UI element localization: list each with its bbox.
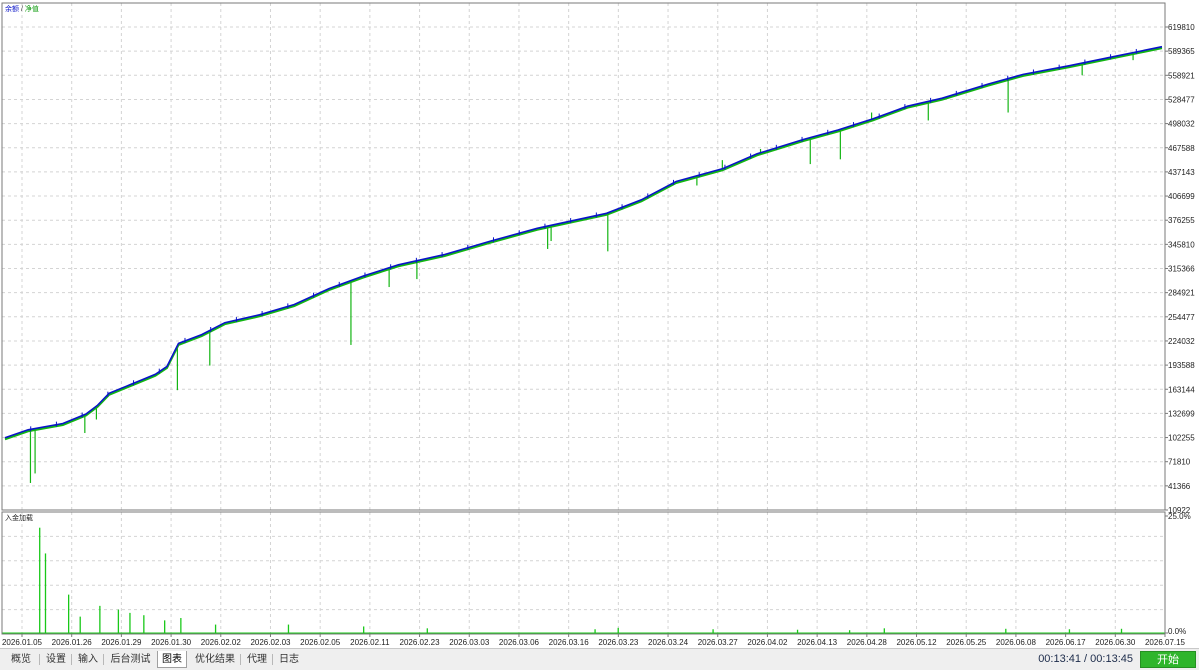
legend-balance: 余额 xyxy=(5,6,19,13)
tester-tab-bar: 概览 设置 输入 后台测试 图表 优化结果 代理 日志 00:13:41 / 0… xyxy=(0,648,1199,670)
x-tick-label: 2026.05.25 xyxy=(946,638,987,647)
x-tick-label: 2026.03.16 xyxy=(549,638,590,647)
y-tick-label: 71810 xyxy=(1168,458,1191,467)
y-tick-label: 589365 xyxy=(1168,47,1195,56)
y-tick-label: 558921 xyxy=(1168,71,1195,80)
y-tick-label: 193588 xyxy=(1168,361,1195,370)
x-tick-label: 2026.06.17 xyxy=(1046,638,1087,647)
y-axis-labels: 619810 589365 558921 528477 498032 467588 4371… xyxy=(1168,23,1195,515)
y-tick-label: 528477 xyxy=(1168,95,1195,104)
y-tick-label: 41366 xyxy=(1168,482,1191,491)
deposit-load-legend: 入金加载 xyxy=(5,515,33,522)
sub-y-tick-label: 0.0% xyxy=(1168,627,1186,636)
equity-line xyxy=(4,47,1163,441)
balance-line xyxy=(4,45,1163,439)
x-tick-label: 2026.02.11 xyxy=(350,638,390,647)
sub-panel-frame xyxy=(1,511,1166,635)
tab-agents[interactable]: 代理 xyxy=(241,651,273,668)
y-tick-label: 467588 xyxy=(1168,144,1195,153)
x-tick-label: 2026.03.27 xyxy=(698,638,739,647)
tab-settings[interactable]: 设置 xyxy=(40,651,72,668)
y-tick-label: 376255 xyxy=(1168,216,1195,225)
x-tick-label: 2026.04.02 xyxy=(747,638,788,647)
x-axis-labels: 2026.01.05 2026.01.26 2026.01.29 2026.01.30… xyxy=(2,638,1186,647)
y-tick-label: 254477 xyxy=(1168,313,1195,322)
legend-separator: / xyxy=(20,6,23,13)
start-button[interactable]: 开始 xyxy=(1140,651,1196,668)
x-tick-label: 2026.06.08 xyxy=(996,638,1037,647)
x-tick-label: 2026.02.23 xyxy=(400,638,441,647)
x-tick-label: 2026.03.24 xyxy=(648,638,689,647)
x-tick-label: 2026.07.15 xyxy=(1145,638,1186,647)
y-tick-label: 132699 xyxy=(1168,409,1195,418)
y-tick-label: 619810 xyxy=(1168,23,1195,32)
tab-journal[interactable]: 日志 xyxy=(273,651,305,668)
y-tick-label: 284921 xyxy=(1168,289,1195,298)
sub-y-tick-label: 25.0% xyxy=(1168,512,1191,521)
x-tick-label: 2026.01.29 xyxy=(101,638,142,647)
x-tick-label: 2026.03.23 xyxy=(598,638,639,647)
x-tick-label: 2026.02.03 xyxy=(250,638,291,647)
y-tick-label: 224032 xyxy=(1168,337,1195,346)
strategy-tester-chart: 619810 589365 558921 528477 498032 467588 4371… xyxy=(0,0,1199,648)
x-tick-label: 2026.01.05 xyxy=(2,638,43,647)
tab-backtest[interactable]: 后台测试 xyxy=(104,651,157,668)
legend-equity: 净值 xyxy=(24,6,39,13)
x-tick-label: 2026.01.30 xyxy=(151,638,192,647)
chart-legend: 余额 / 净值 xyxy=(5,5,39,14)
sub-grid xyxy=(2,512,1166,634)
tab-optimization-results[interactable]: 优化结果 xyxy=(189,651,241,668)
x-tick-label: 2026.01.26 xyxy=(52,638,93,647)
y-tick-label: 406699 xyxy=(1168,192,1195,201)
x-tick-label: 2026.04.28 xyxy=(847,638,888,647)
balance-series xyxy=(4,45,1163,439)
y-tick-label: 437143 xyxy=(1168,168,1195,177)
main-panel-frame xyxy=(1,2,1166,511)
chart-canvas: 619810 589365 558921 528477 498032 467588 4371… xyxy=(1,2,1195,647)
x-tick-label: 2026.04.13 xyxy=(797,638,838,647)
x-tick-label: 2026.06.30 xyxy=(1095,638,1136,647)
chart-frames xyxy=(1,2,1168,637)
deposit-load-series xyxy=(2,527,1165,634)
tab-chart[interactable]: 图表 xyxy=(157,651,187,668)
y-tick-label: 498032 xyxy=(1168,120,1195,129)
x-tick-label: 2026.03.03 xyxy=(449,638,490,647)
sub-y-axis-labels: 25.0% 0.0% xyxy=(1168,512,1191,636)
y-tick-label: 345810 xyxy=(1168,240,1195,249)
y-tick-label: 315366 xyxy=(1168,265,1195,274)
main-grid xyxy=(2,3,1166,510)
elapsed-time: 00:13:41 / 00:13:45 xyxy=(1038,653,1133,665)
x-tick-label: 2026.03.06 xyxy=(499,638,540,647)
y-tick-label: 102255 xyxy=(1168,434,1195,443)
x-tick-label: 2026.02.05 xyxy=(300,638,341,647)
x-tick-label: 2026.02.02 xyxy=(201,638,242,647)
x-tick-label: 2026.05.12 xyxy=(896,638,937,647)
tab-inputs[interactable]: 输入 xyxy=(72,651,104,668)
y-tick-label: 163144 xyxy=(1168,385,1195,394)
tab-overview[interactable]: 概览 xyxy=(2,651,40,668)
equity-series xyxy=(4,47,1163,483)
